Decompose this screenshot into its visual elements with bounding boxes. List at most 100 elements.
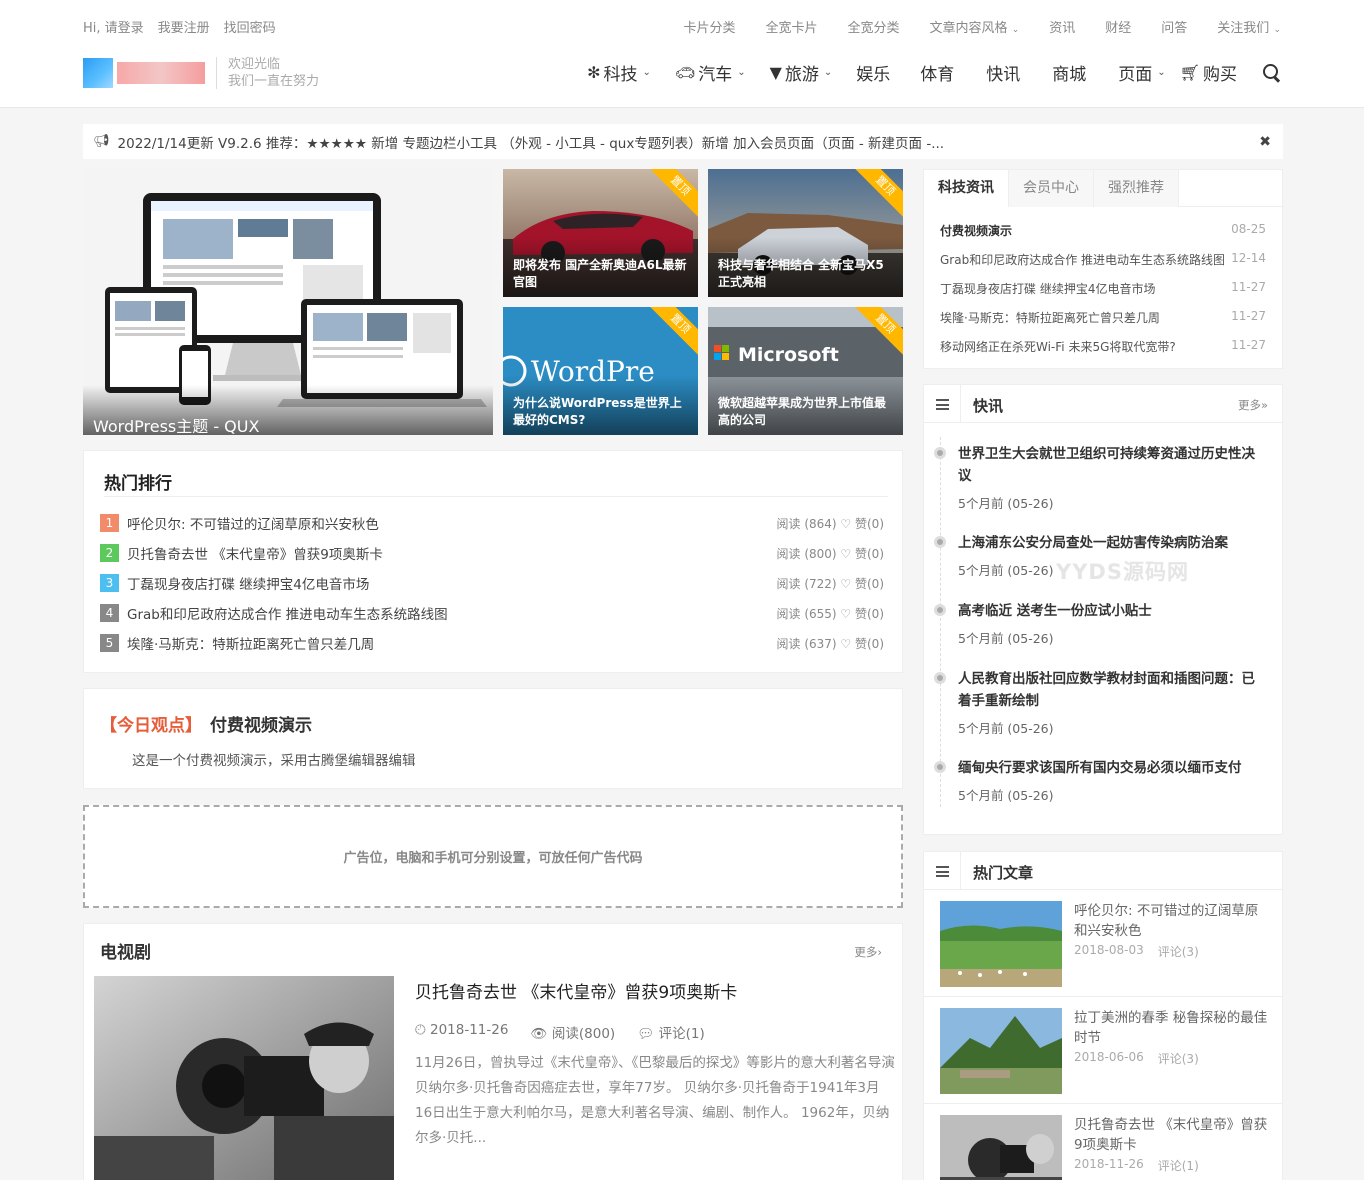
hot-rank-row[interactable]: 3 丁磊现身夜店打碟 继续押宝4亿电音市场 阅读 (722) ♡ 赞(0)	[100, 573, 884, 593]
timeline-dot	[934, 604, 946, 616]
nav-item-pages[interactable]: 页面 ⌄	[1118, 60, 1165, 85]
panel-header: 热门文章	[924, 852, 1282, 890]
nav-item-sports[interactable]: 体育	[920, 60, 954, 85]
slide-thumb-wordpress[interactable]: WordPre 置顶 为什么说WordPress是世界上最好的CMS?	[503, 307, 698, 435]
nav-item-entertainment[interactable]: 娱乐	[856, 60, 890, 85]
hot-post-title[interactable]: 贝托鲁奇去世 《末代皇帝》曾获9项奥斯卡	[1074, 1115, 1270, 1155]
menu-icon	[936, 866, 949, 877]
featured-slide[interactable]: WordPress主题 - QUX	[83, 169, 493, 435]
hot-rank-row[interactable]: 5 埃隆·马斯克：特斯拉距离死亡曾只差几周 阅读 (637) ♡ 赞(0)	[100, 633, 884, 653]
tv-more-link[interactable]: 更多›	[854, 944, 882, 960]
flash-item-title[interactable]: 世界卫生大会就世卫组织可持续筹资通过历史性决议	[958, 443, 1266, 487]
hot-post-thumb[interactable]	[940, 1008, 1062, 1094]
post-date: 🕘︎ 2018-11-26	[415, 1022, 509, 1038]
nav-item-flash[interactable]: 快讯	[986, 60, 1020, 85]
timeline-dot	[934, 672, 946, 684]
ad-slot[interactable]: 广告位，电脑和手机可分别设置，可放任何广告代码	[83, 805, 903, 908]
logo-text-blurred	[117, 62, 205, 84]
flash-more-link[interactable]: 更多»	[1238, 397, 1268, 413]
login-link[interactable]: Hi, 请登录	[83, 17, 144, 36]
yelp-icon: ✻	[587, 63, 601, 82]
hot-rank-row[interactable]: 1 呼伦贝尔: 不可错过的辽阔草原和兴安秋色 阅读 (864) ♡ 赞(0)	[100, 513, 884, 533]
tab-member-center[interactable]: 会员中心	[1009, 170, 1094, 207]
hot-post-thumb[interactable]	[940, 901, 1062, 987]
clock-icon: 🕘︎	[415, 1022, 426, 1038]
chevron-down-icon: ⌄	[1273, 25, 1281, 35]
sidebar-tabs-panel: 科技资讯 会员中心 强烈推荐 付费视频演示 08-25 Grab和印尼政府达成合作…	[923, 169, 1284, 369]
post-comments[interactable]: 💬︎ 评论(1)	[637, 1022, 705, 1042]
hot-post-item[interactable]: 贝托鲁奇去世 《末代皇帝》曾获9项奥斯卡 2018-11-26 评论(1)	[940, 1115, 1270, 1180]
hot-rank-link[interactable]: 呼伦贝尔: 不可错过的辽阔草原和兴安秋色	[127, 513, 379, 533]
list-item[interactable]: 移动网络正在杀死Wi-Fi 未来5G将取代宽带? 11-27	[940, 338, 1266, 355]
hot-rank-link[interactable]: 埃隆·马斯克：特斯拉距离死亡曾只差几周	[127, 633, 374, 653]
flash-item-title[interactable]: 高考临近 送考生一份应试小贴士	[958, 600, 1266, 622]
hot-post-item[interactable]: 拉丁美洲的春季 秘鲁探秘的最佳时节 2018-06-06 评论(3)	[940, 1008, 1270, 1094]
slide-thumb-audi[interactable]: 置顶 即将发布 国产全新奥迪A6L最新官图	[503, 169, 698, 297]
tv-section-title: 电视剧	[100, 943, 151, 963]
tab-recommended[interactable]: 强烈推荐	[1094, 170, 1179, 207]
tab-tech-news[interactable]: 科技资讯	[924, 170, 1009, 207]
flash-item[interactable]: 人民教育出版社回应数学教材封面和插图问题：已着手重新绘制 5个月前 (05-26…	[934, 668, 1266, 737]
flash-item[interactable]: 世界卫生大会就世卫组织可持续筹资通过历史性决议 5个月前 (05-26)	[934, 443, 1266, 512]
list-item[interactable]: Grab和印尼政府达成合作 推进电动车生态系统路线图 12-14	[940, 251, 1266, 268]
announcement-bar: 📢︎ 2022/1/14更新 V9.2.6 推荐：★★★★★ 新增 专题边栏小工…	[83, 124, 1283, 159]
tv-post-image[interactable]	[94, 976, 394, 1180]
hot-post-item[interactable]: 呼伦贝尔: 不可错过的辽阔草原和兴安秋色 2018-08-03 评论(3)	[940, 901, 1270, 987]
hot-post-thumb[interactable]	[940, 1115, 1062, 1180]
flash-item-title[interactable]: 人民教育出版社回应数学教材封面和插图问题：已着手重新绘制	[958, 668, 1266, 712]
flash-item-title[interactable]: 缅甸央行要求该国所有国内交易必须以缅币支付	[958, 757, 1266, 779]
flash-item-time: 5个月前 (05-26)	[958, 496, 1054, 511]
rank-number: 2	[100, 544, 119, 562]
divider	[104, 496, 888, 497]
search-icon[interactable]	[1263, 63, 1281, 82]
hot-post-title[interactable]: 呼伦贝尔: 不可错过的辽阔草原和兴安秋色	[1074, 901, 1270, 941]
top-nav-news[interactable]: 资讯	[1049, 17, 1075, 36]
flash-item[interactable]: 高考临近 送考生一份应试小贴士 5个月前 (05-26)	[934, 600, 1266, 647]
hot-rank-link[interactable]: 丁磊现身夜店打碟 继续押宝4亿电音市场	[127, 573, 369, 593]
flash-item-title[interactable]: 上海浦东公安分局查处一起妨害传染病防治案	[958, 532, 1266, 554]
hot-rank-link[interactable]: 贝托鲁奇去世 《末代皇帝》曾获9项奥斯卡	[127, 543, 383, 563]
list-item[interactable]: 埃隆·马斯克：特斯拉距离死亡曾只差几周 11-27	[940, 309, 1266, 326]
grassland-photo	[940, 901, 1062, 987]
close-icon[interactable]: ✖	[1259, 134, 1271, 150]
slide-thumb-bmw[interactable]: 置顶 科技与奢华相结合 全新宝马X5正式亮相	[708, 169, 903, 297]
top-nav-follow-us[interactable]: 关注我们 ⌄	[1217, 17, 1281, 36]
slide-thumb-caption: 科技与奢华相结合 全新宝马X5正式亮相	[708, 237, 903, 297]
tv-post-title[interactable]: 贝托鲁奇去世 《末代皇帝》曾获9项奥斯卡	[415, 978, 737, 1003]
machu-picchu-photo	[940, 1008, 1062, 1094]
top-nav-qa[interactable]: 问答	[1161, 17, 1187, 36]
today-view-title[interactable]: 【今日观点】 付费视频演示	[100, 711, 312, 736]
hot-post-title[interactable]: 拉丁美洲的春季 秘鲁探秘的最佳时节	[1074, 1008, 1270, 1048]
top-nav-article-style[interactable]: 文章内容风格 ⌄	[930, 17, 1020, 36]
nav-item-travel[interactable]: ▼ 旅游 ⌄	[770, 60, 833, 85]
nav-item-buy[interactable]: 🛒︎ 购买	[1180, 60, 1237, 85]
announcement-text[interactable]: 2022/1/14更新 V9.2.6 推荐：★★★★★ 新增 专题边栏小工具 （…	[118, 132, 945, 152]
site-logo[interactable]	[83, 57, 207, 89]
list-item[interactable]: 丁磊现身夜店打碟 继续押宝4亿电音市场 11-27	[940, 280, 1266, 297]
divider	[960, 852, 961, 890]
user-links: Hi, 请登录 我要注册 找回密码	[83, 17, 276, 36]
list-item[interactable]: 付费视频演示 08-25	[940, 222, 1266, 239]
nav-item-shop[interactable]: 商城	[1052, 60, 1086, 85]
divider	[960, 385, 961, 423]
featured-slide-caption: WordPress主题 - QUX	[83, 385, 493, 435]
hot-rank-row[interactable]: 2 贝托鲁奇去世 《末代皇帝》曾获9项奥斯卡 阅读 (800) ♡ 赞(0)	[100, 543, 884, 563]
register-link[interactable]: 我要注册	[158, 17, 210, 36]
slide-thumb-microsoft[interactable]: Microsoft 置顶 微软超越苹果成为世界上市值最高的公司	[708, 307, 903, 435]
nav-item-auto[interactable]: 🚗︎ 汽车 ⌄	[675, 60, 746, 85]
flash-item[interactable]: 缅甸央行要求该国所有国内交易必须以缅币支付 5个月前 (05-26)	[934, 757, 1266, 804]
top-nav-fullwidth-card[interactable]: 全宽卡片	[766, 17, 818, 36]
hot-rank-link[interactable]: Grab和印尼政府达成合作 推进电动车生态系统路线图	[127, 603, 448, 623]
hot-rank-meta: 阅读 (800) ♡ 赞(0)	[776, 546, 884, 561]
svg-text:Microsoft: Microsoft	[738, 344, 839, 366]
hot-rank-row[interactable]: 4 Grab和印尼政府达成合作 推进电动车生态系统路线图 阅读 (655) ♡ …	[100, 603, 884, 623]
hot-rank-meta: 阅读 (637) ♡ 赞(0)	[776, 636, 884, 651]
eye-icon: 👁︎	[530, 1026, 548, 1042]
site-header: Hi, 请登录 我要注册 找回密码 卡片分类 全宽卡片 全宽分类 文章内容风格 …	[0, 0, 1364, 108]
post-reads: 👁︎ 阅读(800)	[530, 1026, 616, 1042]
top-nav-finance[interactable]: 财经	[1105, 17, 1131, 36]
nav-item-tech[interactable]: ✻ 科技 ⌄	[587, 60, 651, 85]
top-nav-card-category[interactable]: 卡片分类	[684, 17, 736, 36]
top-nav-fullwidth-category[interactable]: 全宽分类	[848, 17, 900, 36]
recover-password-link[interactable]: 找回密码	[224, 17, 276, 36]
